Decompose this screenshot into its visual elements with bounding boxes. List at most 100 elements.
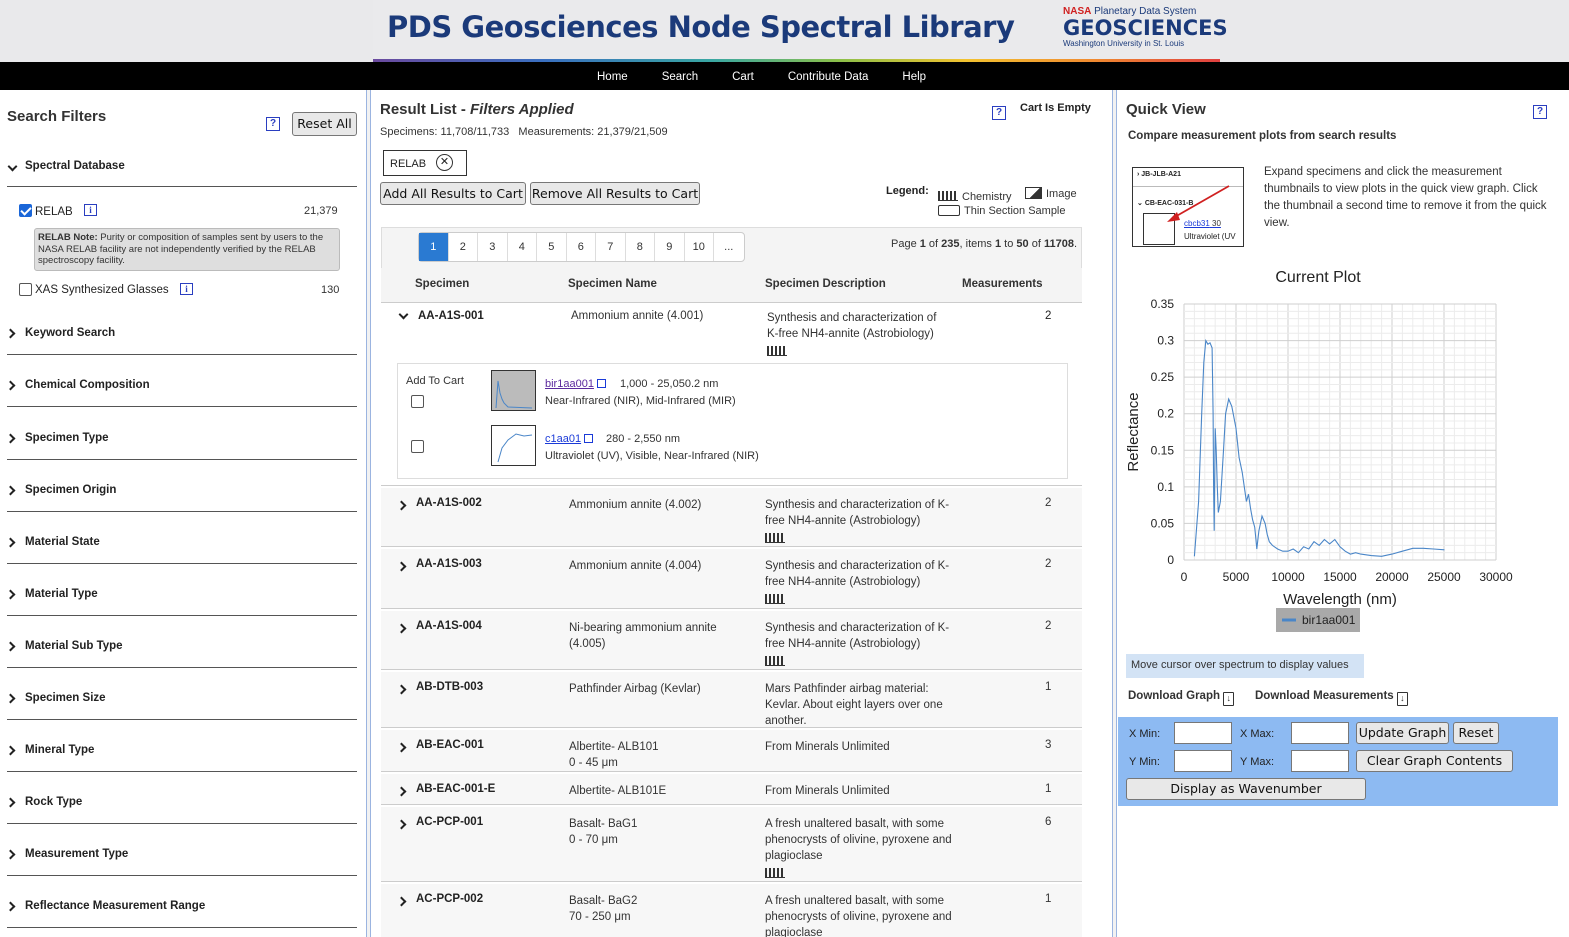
display-wavenumber-button[interactable]: Display as Wavenumber	[1126, 778, 1366, 800]
page-7[interactable]: 7	[596, 233, 626, 261]
chevron-right-icon[interactable]	[396, 623, 407, 634]
cursor-hint: Move cursor over spectrum to display val…	[1126, 654, 1364, 678]
table-row[interactable]: AC-PCP-001 Basalt- BaG1 0 - 70 μm A fresh…	[381, 807, 1082, 882]
nav-contribute-data[interactable]: Contribute Data	[788, 71, 869, 83]
measurement-link-bir1aa001[interactable]: bir1aa001	[545, 378, 606, 390]
remove-all-from-cart-button[interactable]: Remove All Results to Cart	[530, 182, 700, 205]
page-5[interactable]: 5	[537, 233, 567, 261]
col-specimen[interactable]: Specimen	[415, 278, 469, 290]
filter-reflectance-measurement-range[interactable]: Reflectance Measurement Range	[5, 900, 357, 928]
chemistry-icon[interactable]	[767, 346, 787, 356]
x-min-input[interactable]	[1174, 722, 1232, 744]
page-10[interactable]: 10	[685, 233, 714, 261]
filter-material-sub-type[interactable]: Material Sub Type	[5, 640, 357, 668]
specimen-id[interactable]: AB-DTB-003	[416, 681, 483, 693]
table-row[interactable]: AB-DTB-003 Pathfinder Airbag (Kevlar) Ma…	[381, 672, 1082, 728]
page-more[interactable]: ...	[714, 233, 744, 261]
quick-view-help-icon[interactable]: ?	[1533, 105, 1547, 119]
filter-specimen-type[interactable]: Specimen Type	[5, 432, 357, 460]
chevron-right-icon[interactable]	[396, 500, 407, 511]
chemistry-icon[interactable]	[765, 868, 785, 878]
nav-help[interactable]: Help	[902, 71, 926, 83]
table-row[interactable]: AB-EAC-001-E Albertite- ALB101E From Min…	[381, 774, 1082, 805]
right-splitter[interactable]	[1112, 90, 1117, 937]
measurement-link-c1aa01[interactable]: c1aa01	[545, 433, 594, 445]
add-all-to-cart-button[interactable]: Add All Results to Cart	[380, 182, 526, 205]
results-help-icon[interactable]: ?	[992, 106, 1006, 120]
page-8[interactable]: 8	[626, 233, 655, 261]
specimen-id[interactable]: AA-A1S-003	[416, 558, 482, 570]
cart-status[interactable]: Cart Is Empty	[1020, 102, 1091, 114]
table-row[interactable]: AC-PCP-002 Basalt- BaG2 70 - 250 μm A fre…	[381, 884, 1082, 937]
chevron-right-icon[interactable]	[396, 684, 407, 695]
xas-checkbox[interactable]	[19, 283, 32, 296]
xas-info-icon[interactable]: i	[180, 283, 193, 295]
chevron-right-icon[interactable]	[396, 896, 407, 907]
col-measurements[interactable]: Measurements	[962, 278, 1043, 290]
filter-mineral-type[interactable]: Mineral Type	[5, 744, 357, 772]
specimen-id[interactable]: AA-A1S-004	[416, 620, 482, 632]
relab-info-icon[interactable]: i	[84, 204, 97, 216]
filter-material-type[interactable]: Material Type	[5, 588, 357, 616]
filter-chemical-composition[interactable]: Chemical Composition	[5, 379, 357, 407]
geosciences-logo[interactable]: NASA Planetary Data System GEOSCIENCES W…	[1063, 6, 1228, 54]
page-9[interactable]: 9	[655, 233, 685, 261]
filter-keyword-search[interactable]: Keyword Search	[5, 327, 357, 355]
table-row[interactable]: AA-A1S-004 Ni-bearing ammonium annite (4…	[381, 611, 1082, 670]
specimen-id[interactable]: AA-A1S-002	[416, 497, 482, 509]
chevron-right-icon[interactable]	[396, 561, 407, 572]
download-graph-link[interactable]: Download Graph ↓	[1128, 690, 1235, 706]
clear-graph-button[interactable]: Clear Graph Contents	[1356, 750, 1513, 772]
specimen-id[interactable]: AB-EAC-001	[416, 739, 484, 751]
chemistry-icon[interactable]	[765, 533, 785, 543]
filter-rock-type[interactable]: Rock Type	[5, 796, 357, 824]
measurement-thumbnail-2[interactable]	[491, 425, 536, 466]
add-to-cart-checkbox-2[interactable]	[411, 440, 424, 453]
page-1[interactable]: 1	[419, 233, 449, 261]
x-max-input[interactable]	[1291, 722, 1349, 744]
filter-specimen-origin[interactable]: Specimen Origin	[5, 484, 357, 512]
page-2[interactable]: 2	[449, 233, 478, 261]
chevron-right-icon[interactable]	[396, 742, 407, 753]
left-splitter[interactable]	[366, 90, 371, 937]
close-icon[interactable]: ✕	[436, 154, 453, 171]
specimen-id[interactable]: AC-PCP-002	[416, 893, 483, 905]
update-graph-button[interactable]: Update Graph	[1356, 722, 1449, 744]
site-title[interactable]: PDS Geosciences Node Spectral Library	[387, 10, 1015, 44]
chevron-right-icon[interactable]	[396, 786, 407, 797]
download-measurements-link[interactable]: Download Measurements ↓	[1255, 690, 1408, 706]
specimen-name: Ammonium annite (4.004)	[569, 560, 702, 572]
reset-all-button[interactable]: Reset All	[292, 112, 357, 136]
specimen-id[interactable]: AB-EAC-001-E	[416, 783, 495, 795]
col-specimen-name[interactable]: Specimen Name	[568, 278, 657, 290]
nav-cart[interactable]: Cart	[732, 71, 754, 83]
filters-help-icon[interactable]: ?	[266, 117, 280, 131]
measurement-thumbnail-1[interactable]	[491, 370, 536, 411]
nav-home[interactable]: Home	[597, 71, 628, 83]
filter-spectral-database[interactable]: Spectral Database	[7, 160, 357, 187]
y-min-input[interactable]	[1174, 750, 1232, 772]
chemistry-icon[interactable]	[765, 594, 785, 604]
specimen-id[interactable]: AA-A1S-001	[418, 310, 484, 322]
chemistry-icon[interactable]	[765, 656, 785, 666]
chevron-right-icon[interactable]	[396, 819, 407, 830]
col-specimen-description[interactable]: Specimen Description	[765, 278, 886, 290]
current-plot[interactable]: 0 5000 10000 15000 20000 25000 30000 0 0.05 0.1 0.…	[1118, 260, 1569, 650]
filter-specimen-size[interactable]: Specimen Size	[5, 692, 357, 720]
page-4[interactable]: 4	[508, 233, 537, 261]
page-6[interactable]: 6	[567, 233, 596, 261]
spectrum-chart[interactable]: 0 5000 10000 15000 20000 25000 30000 0 0.05 0.1 0.…	[1118, 260, 1569, 650]
page-3[interactable]: 3	[478, 233, 508, 261]
nav-search[interactable]: Search	[662, 71, 698, 83]
filter-measurement-type[interactable]: Measurement Type	[5, 848, 357, 876]
specimen-id[interactable]: AC-PCP-001	[416, 816, 483, 828]
table-row[interactable]: AA-A1S-002 Ammonium annite (4.002) Synth…	[381, 488, 1082, 547]
table-row[interactable]: AA-A1S-003 Ammonium annite (4.004) Synth…	[381, 549, 1082, 609]
y-max-input[interactable]	[1291, 750, 1349, 772]
add-to-cart-checkbox-1[interactable]	[411, 395, 424, 408]
table-row[interactable]: AB-EAC-001 Albertite- ALB101 0 - 45 μm Fr…	[381, 730, 1082, 772]
chevron-down-icon[interactable]	[398, 309, 409, 320]
relab-checkbox[interactable]	[19, 204, 32, 217]
filter-material-state[interactable]: Material State	[5, 536, 357, 564]
reset-graph-button[interactable]: Reset	[1453, 722, 1499, 744]
